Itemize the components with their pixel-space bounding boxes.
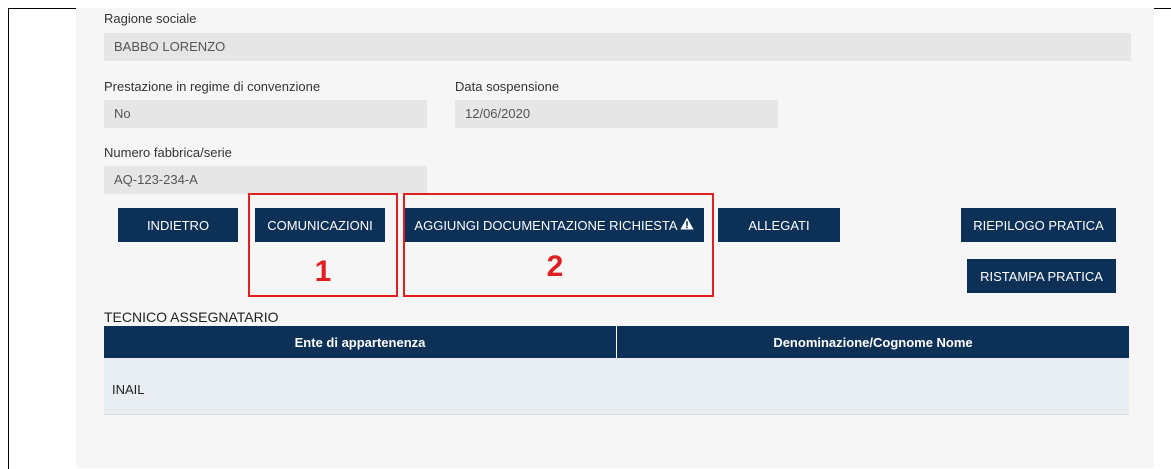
table-row: INAIL: [104, 358, 1129, 415]
numero-fabbrica-label: Numero fabbrica/serie: [104, 145, 232, 160]
annotation-number-2: 2: [546, 250, 564, 283]
riepilogo-pratica-button[interactable]: RIEPILOGO PRATICA: [961, 208, 1116, 242]
ristampa-pratica-button[interactable]: RISTAMPA PRATICA: [967, 259, 1116, 293]
ragione-sociale-field: BABBO LORENZO: [104, 33, 1131, 61]
data-sospensione-field: 12/06/2020: [455, 100, 778, 128]
prestazione-label: Prestazione in regime di convenzione: [104, 79, 321, 94]
indietro-button-label: INDIETRO: [146, 217, 210, 233]
column-header-ente: Ente di appartenenza: [104, 326, 617, 358]
tecnico-section-title: TECNICO ASSEGNATARIO: [104, 309, 279, 325]
cell-ente: INAIL: [112, 382, 145, 397]
riepilogo-pratica-button-label: RIEPILOGO PRATICA: [973, 217, 1104, 233]
numero-fabbrica-field: AQ-123-234-A: [104, 166, 427, 194]
allegati-button[interactable]: ALLEGATI: [718, 208, 840, 242]
data-sospensione-label: Data sospensione: [455, 79, 560, 94]
ragione-sociale-label: Ragione sociale: [104, 11, 197, 26]
indietro-button[interactable]: INDIETRO: [118, 208, 238, 242]
prestazione-field: No: [104, 100, 427, 128]
annotation-number-1: 1: [314, 255, 332, 288]
allegati-button-label: ALLEGATI: [748, 217, 810, 233]
ristampa-pratica-button-label: RISTAMPA PRATICA: [980, 268, 1103, 284]
column-header-denominazione: Denominazione/Cognome Nome: [617, 326, 1129, 358]
